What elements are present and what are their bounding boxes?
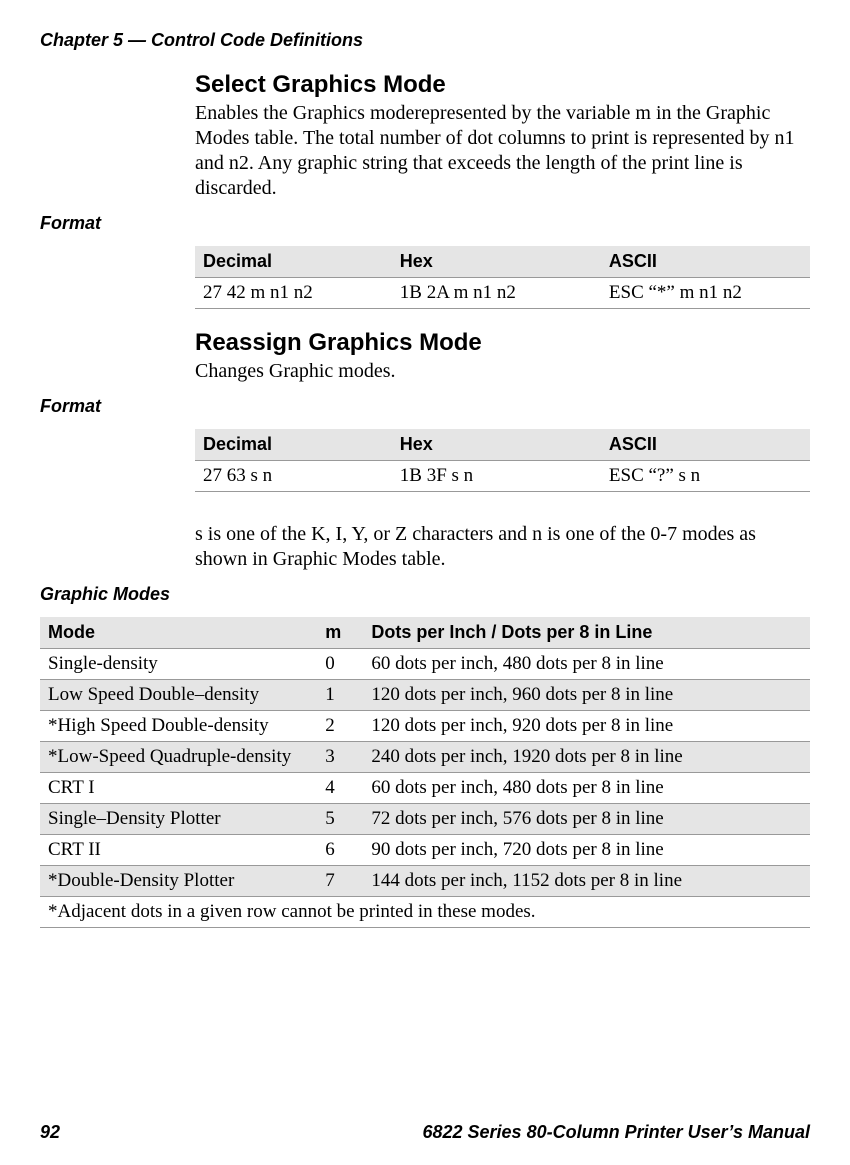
col-header-dots: Dots per Inch / Dots per 8 in Line bbox=[363, 617, 810, 649]
cell-mode: *Low-Speed Quadruple-density bbox=[40, 742, 317, 773]
cell-mode: Single-density bbox=[40, 649, 317, 680]
graphic-modes-label: Graphic Modes bbox=[40, 584, 810, 605]
cell-desc: 120 dots per inch, 920 dots per 8 in lin… bbox=[363, 711, 810, 742]
format-label-1: Format bbox=[40, 213, 810, 234]
col-header-m: m bbox=[317, 617, 363, 649]
cell-desc: 60 dots per inch, 480 dots per 8 in line bbox=[363, 649, 810, 680]
cell-m: 7 bbox=[317, 866, 363, 897]
page-number: 92 bbox=[40, 1122, 60, 1143]
table-row: *Double-Density Plotter 7 144 dots per i… bbox=[40, 866, 810, 897]
cell-ascii: ESC “?” s n bbox=[601, 461, 810, 492]
format-label-2: Format bbox=[40, 396, 810, 417]
cell-desc: 120 dots per inch, 960 dots per 8 in lin… bbox=[363, 680, 810, 711]
manual-title: 6822 Series 80-Column Printer User’s Man… bbox=[422, 1122, 810, 1143]
cell-mode: *High Speed Double-density bbox=[40, 711, 317, 742]
col-header-decimal: Decimal bbox=[195, 246, 392, 278]
format-table-1: Decimal Hex ASCII 27 42 m n1 n2 1B 2A m … bbox=[195, 246, 810, 309]
table-row: CRT II 6 90 dots per inch, 720 dots per … bbox=[40, 835, 810, 866]
col-header-decimal: Decimal bbox=[195, 429, 392, 461]
section-title-reassign-graphics: Reassign Graphics Mode bbox=[195, 329, 810, 357]
cell-m: 1 bbox=[317, 680, 363, 711]
cell-decimal: 27 42 m n1 n2 bbox=[195, 278, 392, 309]
cell-footnote: *Adjacent dots in a given row cannot be … bbox=[40, 897, 810, 928]
format-table-2: Decimal Hex ASCII 27 63 s n 1B 3F s n ES… bbox=[195, 429, 810, 492]
cell-hex: 1B 3F s n bbox=[392, 461, 601, 492]
cell-desc: 240 dots per inch, 1920 dots per 8 in li… bbox=[363, 742, 810, 773]
table-row-footnote: *Adjacent dots in a given row cannot be … bbox=[40, 897, 810, 928]
page-footer: 92 6822 Series 80-Column Printer User’s … bbox=[40, 1122, 810, 1143]
cell-m: 5 bbox=[317, 804, 363, 835]
col-header-hex: Hex bbox=[392, 246, 601, 278]
cell-mode: *Double-Density Plotter bbox=[40, 866, 317, 897]
col-header-ascii: ASCII bbox=[601, 429, 810, 461]
section-desc-reassign-graphics: Changes Graphic modes. bbox=[195, 359, 810, 384]
post-table-text: s is one of the K, I, Y, or Z characters… bbox=[195, 522, 810, 572]
col-header-ascii: ASCII bbox=[601, 246, 810, 278]
table-row: Single-density 0 60 dots per inch, 480 d… bbox=[40, 649, 810, 680]
table-row: 27 42 m n1 n2 1B 2A m n1 n2 ESC “*” m n1… bbox=[195, 278, 810, 309]
table-row: 27 63 s n 1B 3F s n ESC “?” s n bbox=[195, 461, 810, 492]
col-header-hex: Hex bbox=[392, 429, 601, 461]
cell-desc: 72 dots per inch, 576 dots per 8 in line bbox=[363, 804, 810, 835]
cell-desc: 90 dots per inch, 720 dots per 8 in line bbox=[363, 835, 810, 866]
cell-m: 6 bbox=[317, 835, 363, 866]
cell-desc: 144 dots per inch, 1152 dots per 8 in li… bbox=[363, 866, 810, 897]
cell-mode: CRT II bbox=[40, 835, 317, 866]
section-title-select-graphics: Select Graphics Mode bbox=[195, 71, 810, 99]
graphic-modes-table: Mode m Dots per Inch / Dots per 8 in Lin… bbox=[40, 617, 810, 928]
table-row: Low Speed Double–density 1 120 dots per … bbox=[40, 680, 810, 711]
cell-mode: Low Speed Double–density bbox=[40, 680, 317, 711]
cell-hex: 1B 2A m n1 n2 bbox=[392, 278, 601, 309]
table-row: CRT I 4 60 dots per inch, 480 dots per 8… bbox=[40, 773, 810, 804]
cell-m: 3 bbox=[317, 742, 363, 773]
cell-desc: 60 dots per inch, 480 dots per 8 in line bbox=[363, 773, 810, 804]
chapter-header: Chapter 5 — Control Code Definitions bbox=[40, 30, 810, 51]
table-row: *High Speed Double-density 2 120 dots pe… bbox=[40, 711, 810, 742]
cell-mode: Single–Density Plotter bbox=[40, 804, 317, 835]
cell-mode: CRT I bbox=[40, 773, 317, 804]
section-desc-select-graphics: Enables the Graphics moderepresented by … bbox=[195, 101, 810, 201]
table-row: Single–Density Plotter 5 72 dots per inc… bbox=[40, 804, 810, 835]
cell-m: 2 bbox=[317, 711, 363, 742]
cell-decimal: 27 63 s n bbox=[195, 461, 392, 492]
cell-m: 4 bbox=[317, 773, 363, 804]
cell-ascii: ESC “*” m n1 n2 bbox=[601, 278, 810, 309]
cell-m: 0 bbox=[317, 649, 363, 680]
table-row: *Low-Speed Quadruple-density 3 240 dots … bbox=[40, 742, 810, 773]
col-header-mode: Mode bbox=[40, 617, 317, 649]
